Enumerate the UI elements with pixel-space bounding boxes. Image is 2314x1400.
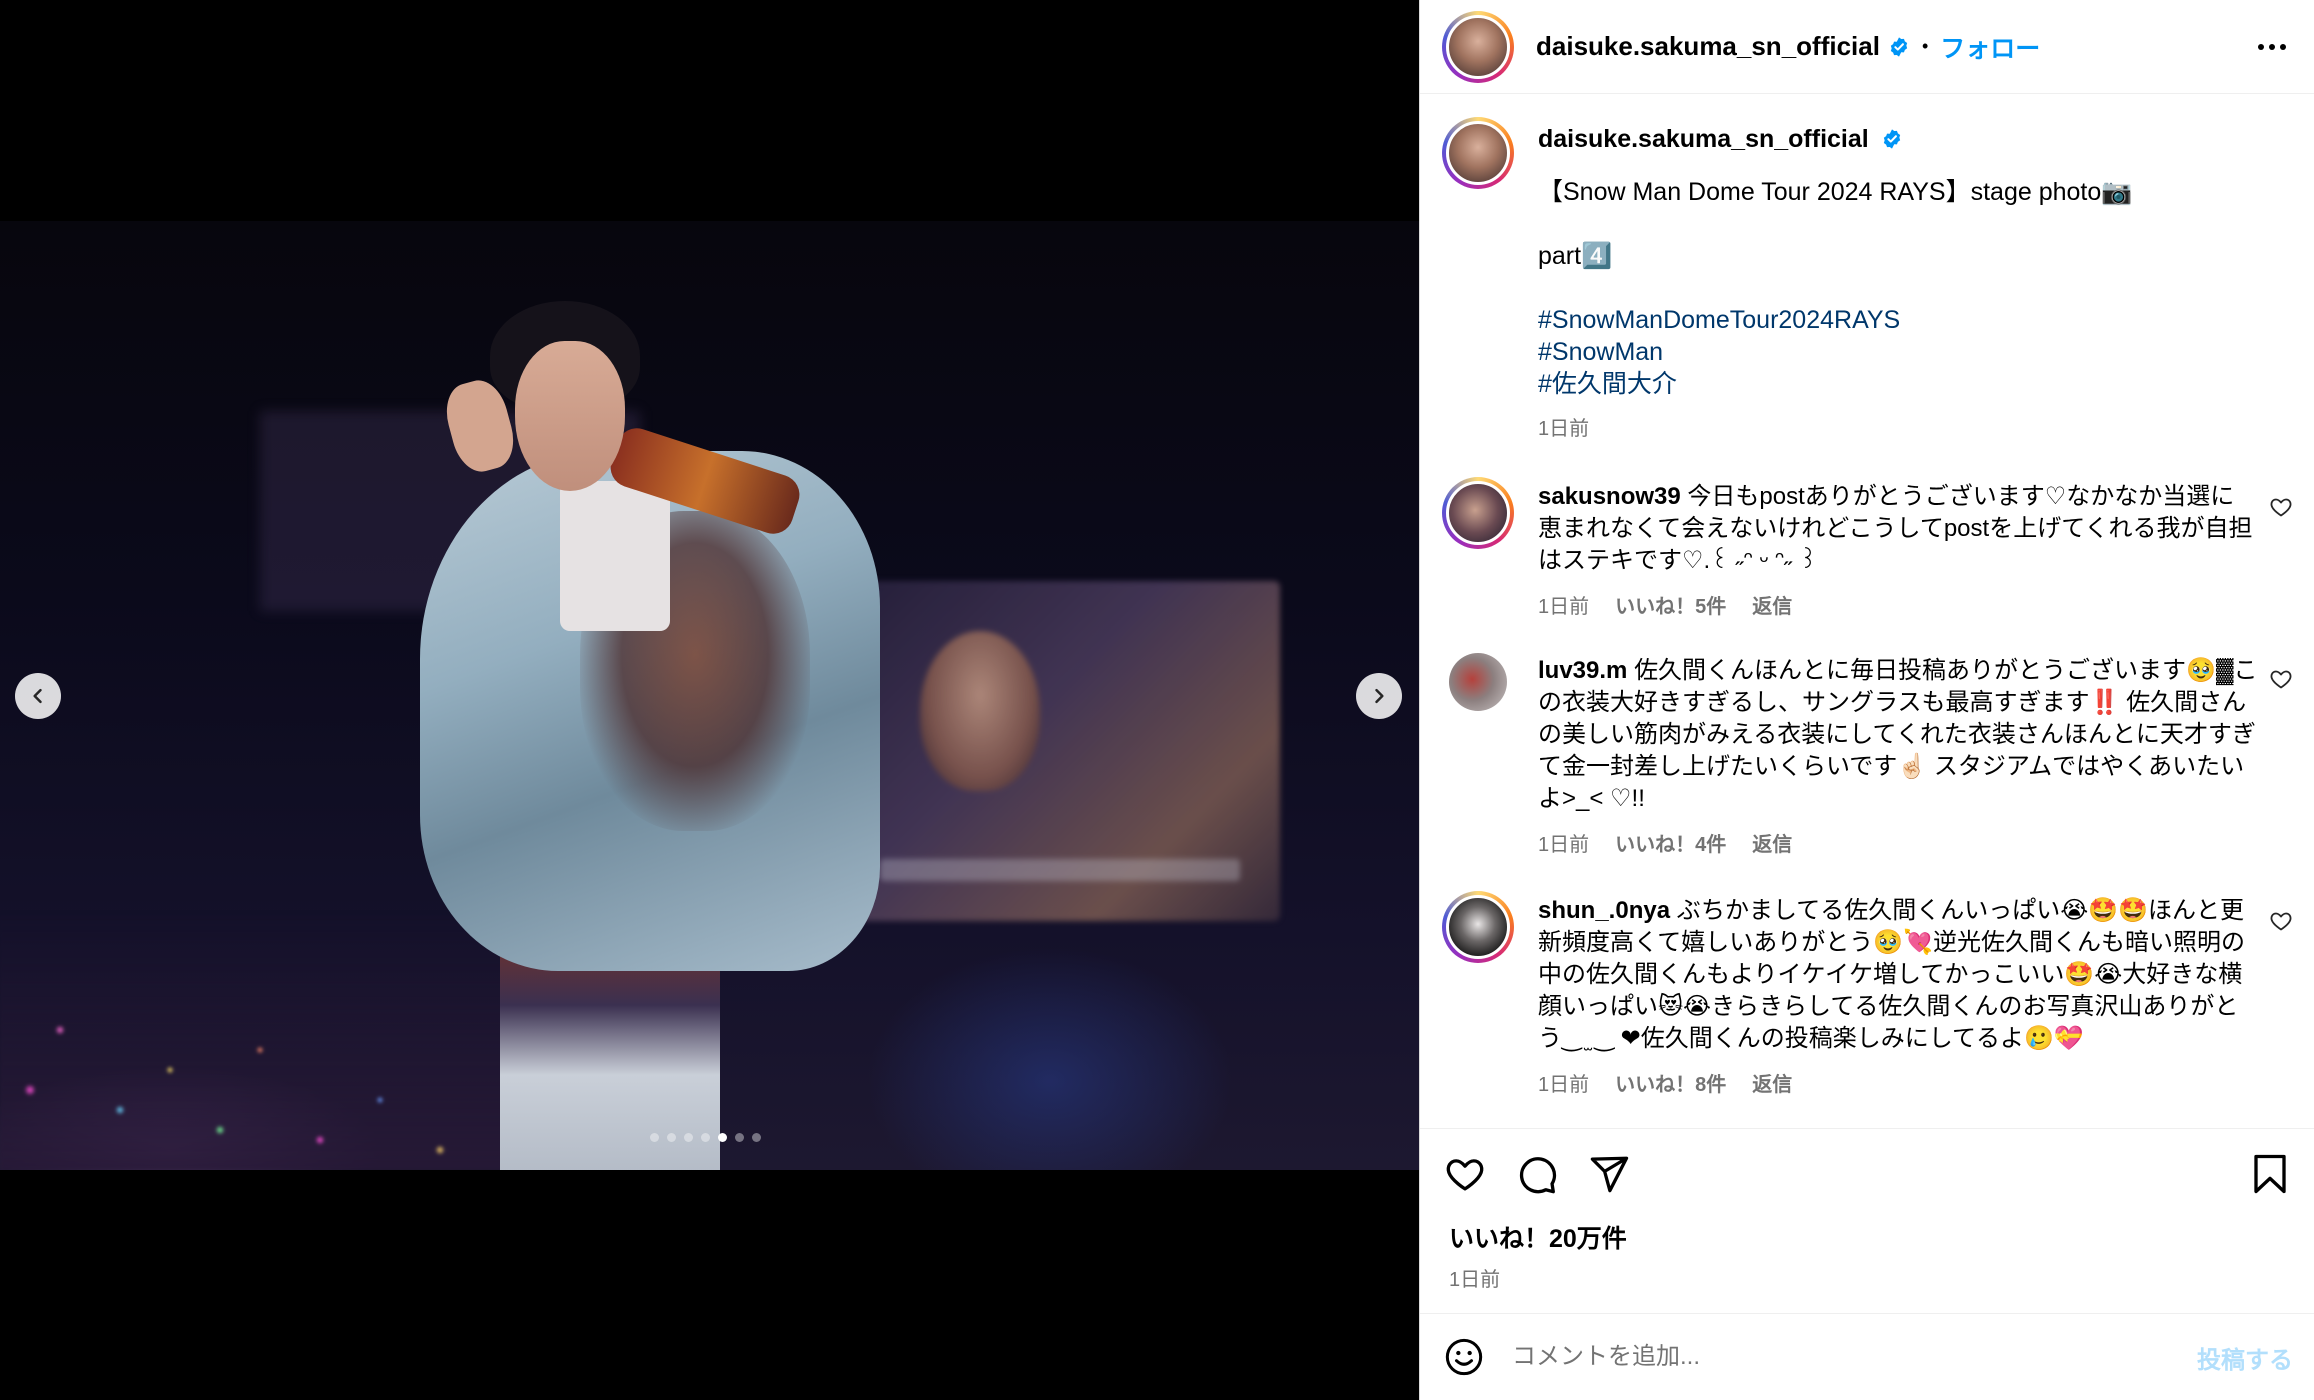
caption-title: 【Snow Man Dome Tour 2024 RAYS】stage phot… — [1538, 178, 2133, 206]
caption-body: daisuke.sakuma_sn_official 【Snow Man Dom… — [1538, 117, 2293, 441]
comment-body: luv39.m 佐久間くんほんとに毎日投稿ありがとうございます🥹▓この衣装大好き… — [1538, 653, 2258, 861]
commenter-avatar[interactable] — [1442, 477, 1514, 549]
commenter-avatar[interactable] — [1449, 653, 1507, 711]
action-icons — [1420, 1129, 2314, 1197]
comment-likes[interactable]: いいね！5件 — [1615, 591, 1726, 623]
caption-part: part4️⃣ — [1538, 242, 1613, 270]
comment-time: 1日前 — [1538, 1074, 1590, 1096]
carousel-dot — [718, 1133, 727, 1142]
comment-meta: 1日前 いいね！8件 返信 — [1538, 1069, 2258, 1101]
heart-icon[interactable] — [2269, 909, 2293, 933]
share-icon — [1590, 1156, 1629, 1193]
bookmark-icon — [2254, 1154, 2286, 1194]
screen-caption — [880, 859, 1240, 881]
stage-screen — [860, 581, 1280, 921]
carousel-dot — [701, 1133, 710, 1142]
performer-face — [515, 341, 625, 491]
caption-avatar[interactable] — [1442, 117, 1514, 189]
post-caption: daisuke.sakuma_sn_official 【Snow Man Dom… — [1420, 95, 2314, 441]
comment-item: luv39.m 佐久間くんほんとに毎日投稿ありがとうございます🥹▓この衣装大好き… — [1420, 653, 2314, 861]
comment-icon — [1519, 1157, 1557, 1194]
post-photo[interactable] — [0, 221, 1419, 1170]
carousel-next-button[interactable] — [1356, 673, 1402, 719]
carousel-dot — [684, 1133, 693, 1142]
comment-likes[interactable]: いいね！8件 — [1615, 1069, 1726, 1101]
author-username[interactable]: daisuke.sakuma_sn_official — [1536, 31, 1880, 62]
carousel-prev-button[interactable] — [15, 673, 61, 719]
comment-item: shun_.0nya ぶちかましてる佐久間くんいっぱい😭🤩🤩ほんと更新頻度高くて… — [1420, 891, 2314, 1101]
commenter-username[interactable]: sakusnow39 — [1538, 483, 1681, 510]
post-comment-button[interactable]: 投稿する — [2197, 1340, 2293, 1375]
comment-reply-button[interactable]: 返信 — [1752, 1069, 1792, 1101]
heart-icon — [1446, 1159, 1484, 1191]
hashtag-link[interactable]: #SnowMan — [1538, 336, 2293, 368]
heart-icon[interactable] — [2269, 495, 2293, 519]
screen-face — [920, 631, 1040, 791]
carousel-dot — [752, 1133, 761, 1142]
post-side-panel: daisuke.sakuma_sn_official • フォロー daisuk… — [1419, 0, 2314, 1400]
comment-input[interactable] — [1512, 1343, 2197, 1371]
emoji-button[interactable] — [1442, 1335, 1486, 1379]
commenter-username[interactable]: luv39.m — [1538, 657, 1627, 684]
commenter-username[interactable]: shun_.0nya — [1538, 897, 1670, 924]
carousel-dot — [650, 1133, 659, 1142]
verified-badge-icon — [1884, 129, 1901, 149]
carousel-dot — [735, 1133, 744, 1142]
comments-list[interactable]: daisuke.sakuma_sn_official 【Snow Man Dom… — [1420, 95, 2314, 1125]
chevron-left-icon — [33, 688, 42, 704]
likes-count[interactable]: いいね！20万件 — [1420, 1197, 2314, 1255]
save-button[interactable] — [2247, 1151, 2293, 1197]
chevron-right-icon — [1375, 688, 1384, 704]
verified-badge-icon — [1890, 36, 1908, 57]
performer — [410, 281, 880, 1170]
post-header: daisuke.sakuma_sn_official • フォロー — [1420, 0, 2314, 94]
comment-button[interactable] — [1514, 1151, 1560, 1197]
comment-text: 佐久間くんほんとに毎日投稿ありがとうございます🥹▓この衣装大好きすぎるし、サング… — [1538, 657, 2258, 812]
header-separator: • — [1921, 36, 1929, 56]
post-media — [0, 0, 1419, 1400]
carousel-indicator — [650, 1133, 761, 1142]
comment-body: shun_.0nya ぶちかましてる佐久間くんいっぱい😭🤩🤩ほんと更新頻度高くて… — [1538, 891, 2258, 1101]
hashtag-link[interactable]: #佐久間大介 — [1538, 368, 2293, 400]
carousel-dot — [667, 1133, 676, 1142]
comment-meta: 1日前 いいね！5件 返信 — [1538, 591, 2258, 623]
caption-username[interactable]: daisuke.sakuma_sn_official — [1538, 125, 1869, 153]
emoji-icon — [1445, 1338, 1483, 1376]
comment-meta: 1日前 いいね！4件 返信 — [1538, 829, 2258, 861]
share-button[interactable] — [1586, 1151, 1632, 1197]
commenter-avatar[interactable] — [1442, 891, 1514, 963]
like-button[interactable] — [1442, 1151, 1488, 1197]
comment-item: sakusnow39 今日もpostありがとうございます♡なかなか当選に恵まれな… — [1420, 477, 2314, 623]
caption-time: 1日前 — [1538, 418, 1590, 440]
hashtag-link[interactable]: #SnowManDomeTour2024RAYS — [1538, 304, 2293, 336]
performer-shirt — [560, 481, 670, 631]
more-options-button[interactable] — [2252, 27, 2292, 67]
follow-button[interactable]: フォロー — [1940, 29, 2040, 65]
post-time: 1日前 — [1449, 1269, 1501, 1291]
more-horizontal-icon — [2258, 43, 2286, 50]
add-comment-bar: 投稿する — [1420, 1313, 2314, 1400]
comment-time: 1日前 — [1538, 834, 1590, 856]
author-avatar[interactable] — [1442, 10, 1514, 83]
comment-body: sakusnow39 今日もpostありがとうございます♡なかなか当選に恵まれな… — [1538, 477, 2258, 623]
comment-reply-button[interactable]: 返信 — [1752, 591, 1792, 623]
comment-reply-button[interactable]: 返信 — [1752, 829, 1792, 861]
heart-icon[interactable] — [2269, 667, 2293, 691]
comment-likes[interactable]: いいね！4件 — [1615, 829, 1726, 861]
comment-time: 1日前 — [1538, 596, 1590, 618]
